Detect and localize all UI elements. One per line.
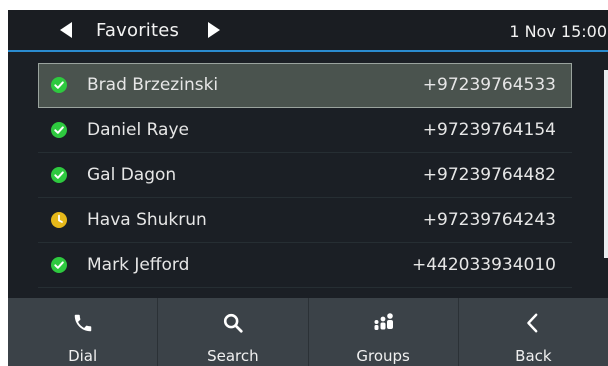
contact-row-mark-jefford[interactable]: Mark Jefford +442033934010 bbox=[38, 243, 572, 288]
contact-name: Hava Shukrun bbox=[87, 210, 207, 230]
phone-screen: Favorites 1 Nov 15:00 Brad Brzezinski +9… bbox=[8, 10, 608, 366]
contact-number: +442033934010 bbox=[411, 255, 556, 275]
softkey-bar: Dial Search Groups Back bbox=[8, 298, 608, 366]
contact-number: +97239764533 bbox=[422, 75, 556, 95]
clock-circle-icon bbox=[51, 212, 67, 228]
search-icon bbox=[223, 313, 243, 333]
search-button[interactable]: Search bbox=[158, 298, 309, 366]
contact-row-hava-shukrun[interactable]: Hava Shukrun +97239764243 bbox=[38, 198, 572, 243]
contact-number: +97239764154 bbox=[422, 120, 556, 140]
contact-name: Brad Brzezinski bbox=[87, 75, 219, 95]
groups-label: Groups bbox=[356, 347, 410, 365]
groups-icon bbox=[374, 313, 394, 330]
check-circle-icon bbox=[51, 257, 67, 273]
header-divider bbox=[8, 50, 608, 52]
back-chevron-icon bbox=[527, 313, 538, 333]
contact-row-gal-dagon[interactable]: Gal Dagon +97239764482 bbox=[38, 153, 572, 198]
contact-name: Daniel Raye bbox=[87, 120, 189, 140]
favorites-list: Brad Brzezinski +97239764533 Daniel Raye… bbox=[38, 63, 572, 288]
dial-button[interactable]: Dial bbox=[8, 298, 159, 366]
next-arrow-icon[interactable] bbox=[207, 21, 221, 39]
phone-icon bbox=[74, 314, 91, 332]
previous-arrow-icon[interactable] bbox=[59, 21, 73, 39]
side-panel-edge bbox=[604, 70, 608, 258]
check-circle-icon bbox=[51, 167, 67, 183]
check-circle-icon bbox=[51, 122, 67, 138]
groups-button[interactable]: Groups bbox=[309, 298, 459, 366]
contact-number: +97239764482 bbox=[422, 165, 556, 185]
dial-label: Dial bbox=[68, 347, 98, 365]
back-button[interactable]: Back bbox=[459, 298, 608, 366]
contact-row-daniel-raye[interactable]: Daniel Raye +97239764154 bbox=[38, 108, 572, 153]
header-bar: Favorites 1 Nov 15:00 bbox=[8, 10, 608, 52]
contact-number: +97239764243 bbox=[422, 210, 556, 230]
search-label: Search bbox=[207, 347, 259, 365]
contact-name: Mark Jefford bbox=[87, 255, 190, 275]
page-title: Favorites bbox=[96, 20, 180, 41]
contact-name: Gal Dagon bbox=[87, 165, 177, 185]
back-label: Back bbox=[515, 347, 552, 365]
date-time: 1 Nov 15:00 bbox=[509, 22, 607, 41]
contact-row-brad-brzezinski[interactable]: Brad Brzezinski +97239764533 bbox=[38, 63, 572, 108]
check-circle-icon bbox=[51, 77, 67, 93]
